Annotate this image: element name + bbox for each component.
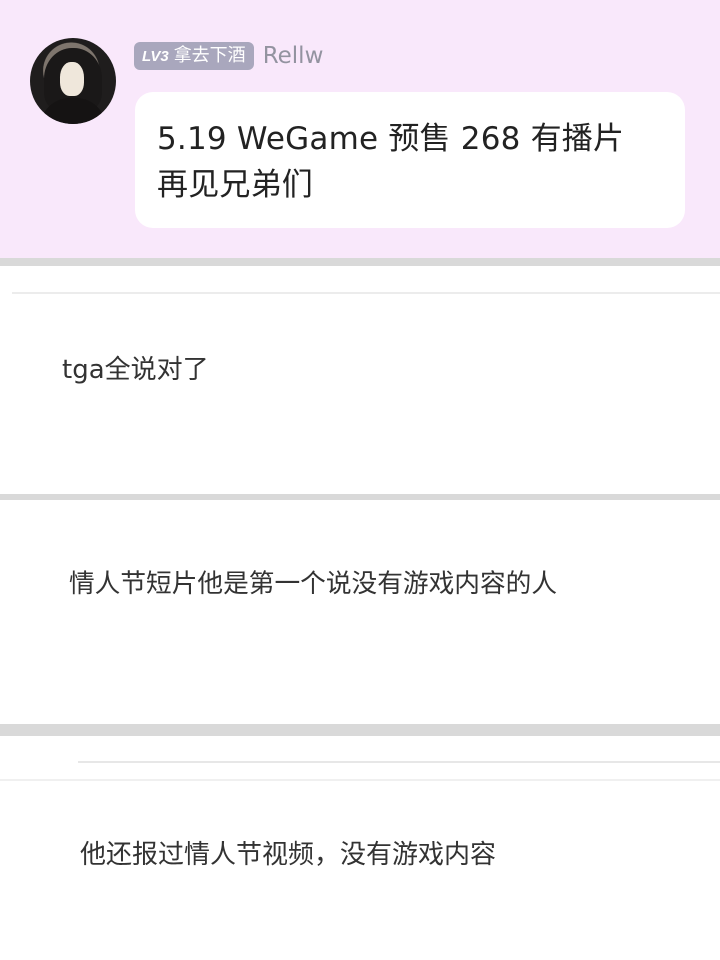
comment-text: 他还报过情人节视频，没有游戏内容 [80,840,497,870]
comment-card: 情人节短片他是第一个说没有游戏内容的人 [0,500,720,724]
user-info-row: LV3 拿去下酒 Rellw [134,41,323,71]
message-bubble[interactable]: 5.19 WeGame 预售 268 有播片 再见兄弟们 [135,92,685,228]
level-badge: LV3 拿去下酒 [134,42,254,70]
chat-message-card: LV3 拿去下酒 Rellw 5.19 WeGame 预售 268 有播片 再见… [0,0,720,258]
avatar[interactable] [30,38,116,124]
message-text: 5.19 WeGame 预售 268 有播片 再见兄弟们 [157,121,625,203]
comment-divider [0,779,720,781]
comment-text: tga全说对了 [62,355,209,385]
level-number: LV3 [142,47,169,65]
comment-text: 情人节短片他是第一个说没有游戏内容的人 [69,569,558,599]
comment-card: tga全说对了 [0,266,720,494]
username[interactable]: Rellw [263,43,324,69]
comment-card: 他还报过情人节视频，没有游戏内容 [0,736,720,960]
comment-divider [78,761,720,763]
level-name: 拿去下酒 [173,45,246,66]
avatar-face [60,62,84,96]
comment-divider [12,292,720,294]
